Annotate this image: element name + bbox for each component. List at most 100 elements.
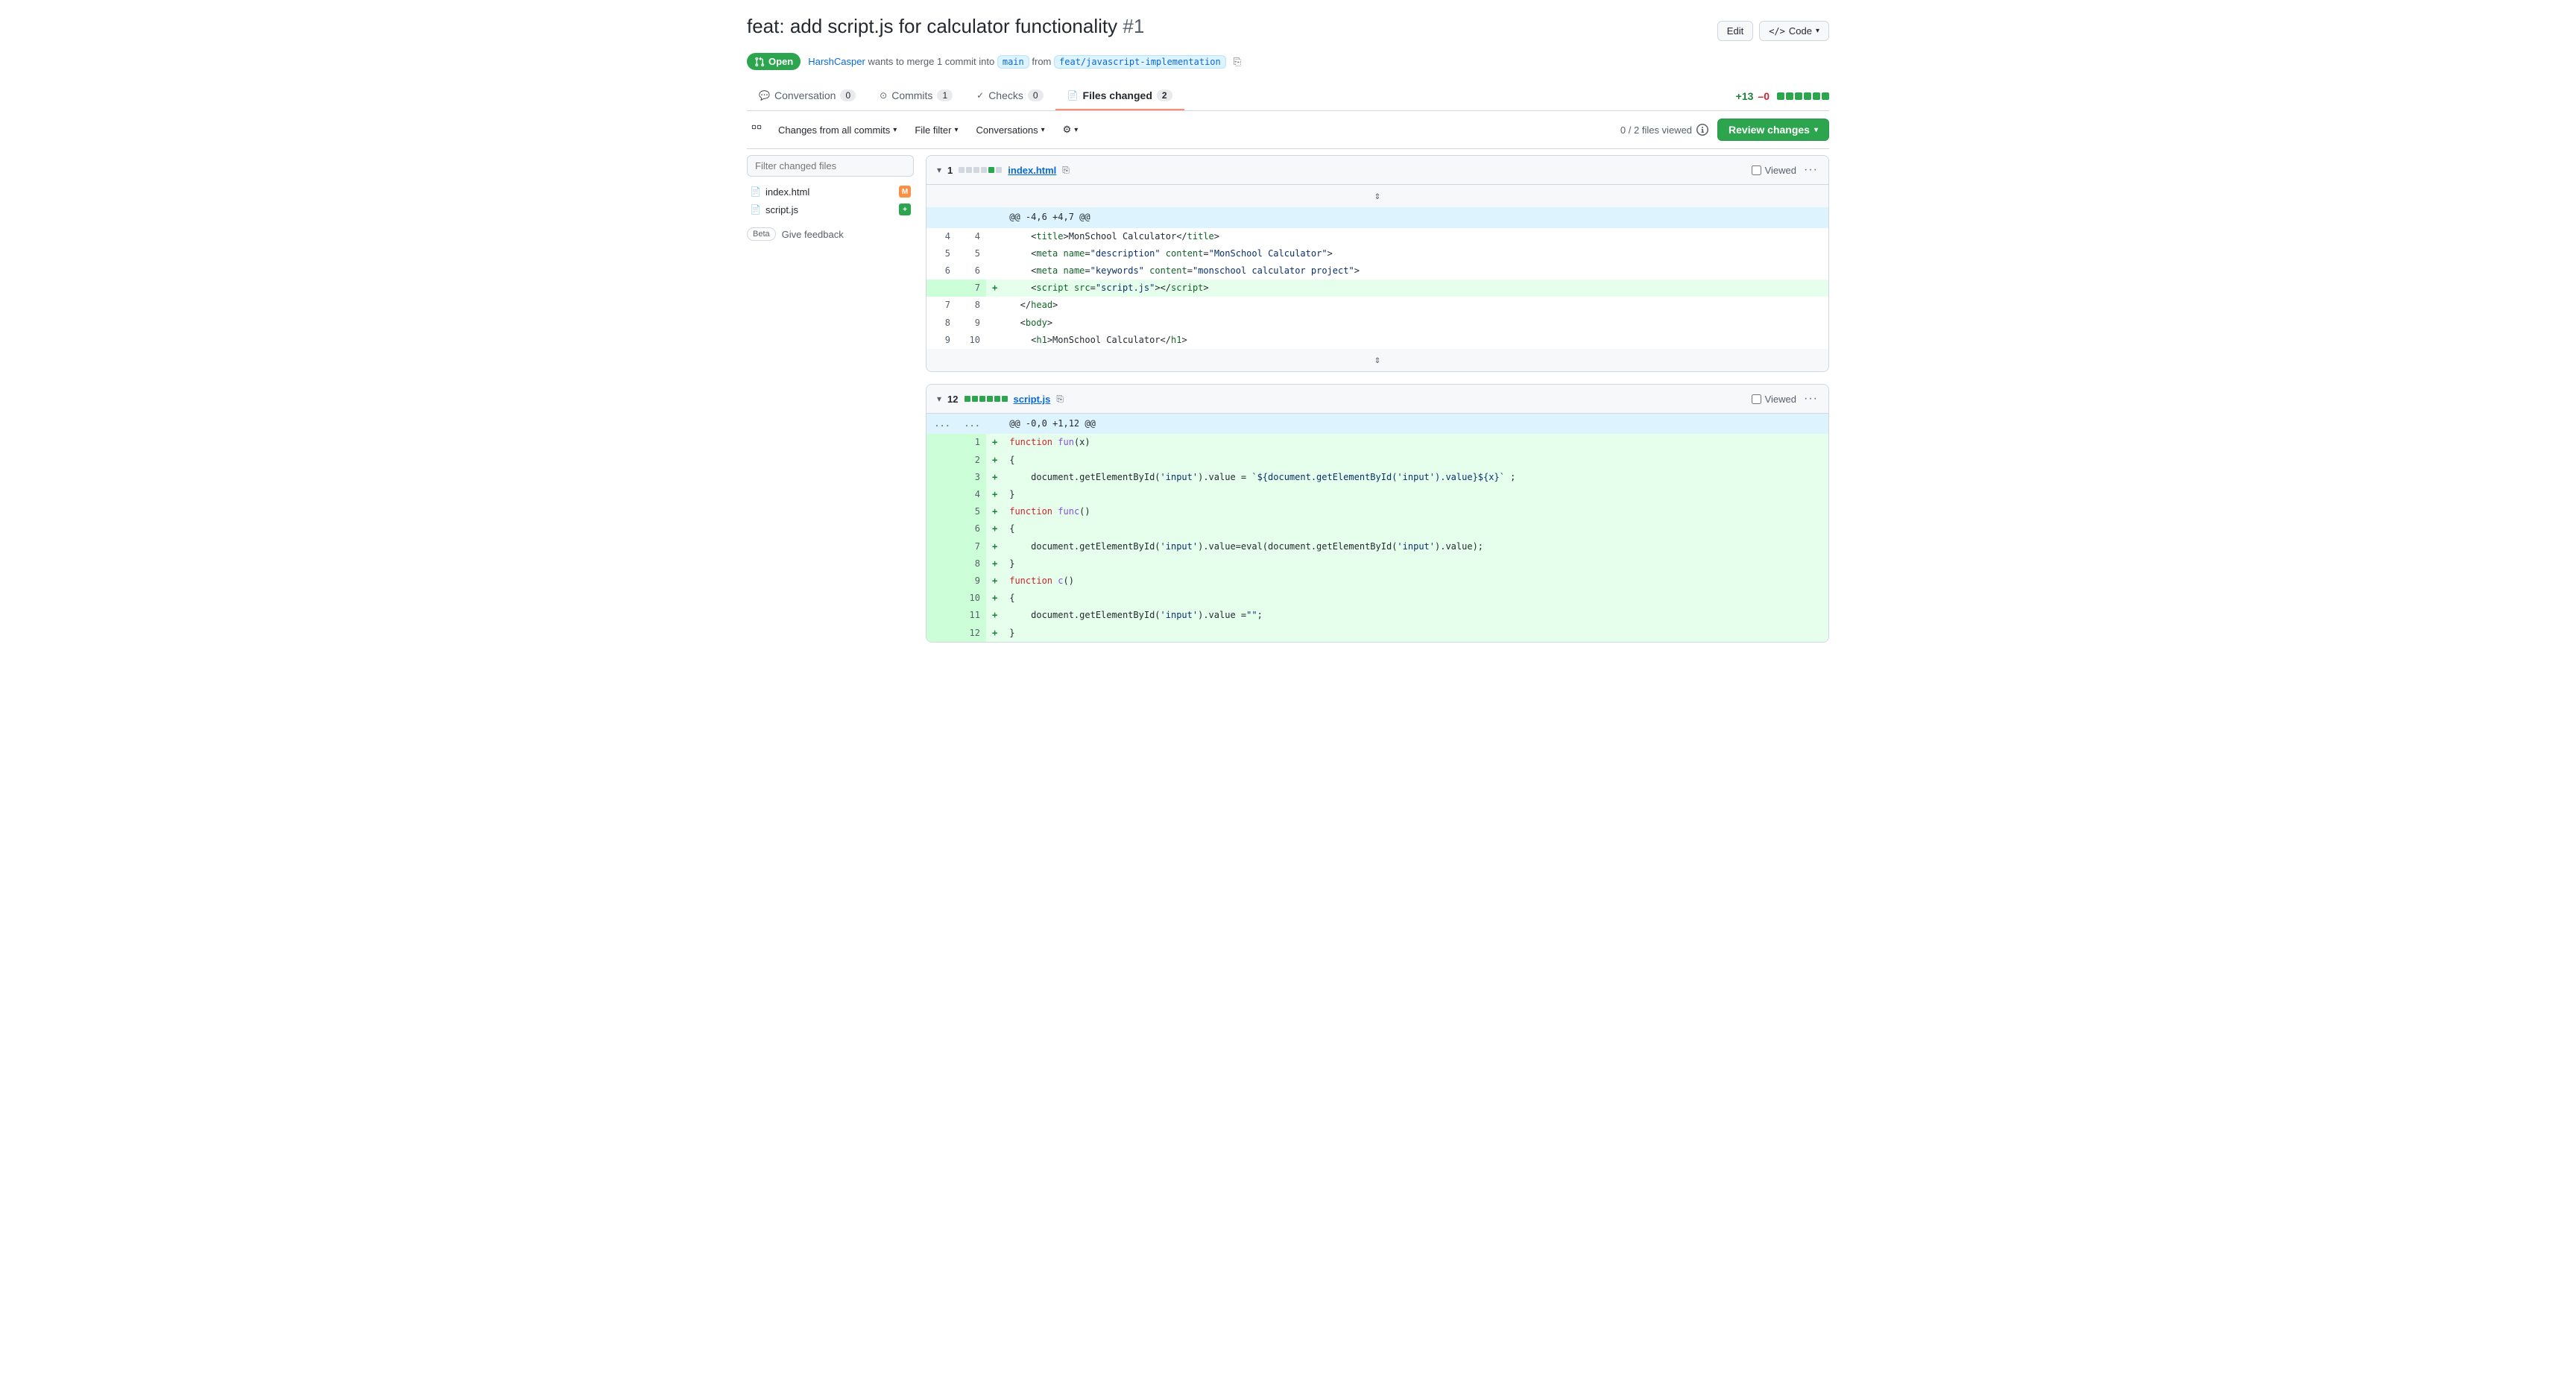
review-changes-button[interactable]: Review changes ▾ [1717, 119, 1829, 141]
diff-filename[interactable]: index.html [1008, 165, 1056, 176]
expand-row[interactable]: ⇕ [926, 185, 1828, 207]
chevron-down-icon: ▾ [1074, 126, 1078, 134]
diff-add-line: 8 + } [926, 555, 1828, 573]
diff-add-line: 2 + { [926, 452, 1828, 469]
pr-title: feat: add script.js for calculator funct… [747, 15, 1144, 38]
collapse-file-button[interactable]: ▾ [937, 165, 941, 175]
more-options-button[interactable]: ··· [1804, 163, 1818, 177]
changes-from-commits-button[interactable]: Changes from all commits ▾ [772, 122, 903, 139]
files-viewed-count: 0 / 2 files viewed [1620, 124, 1708, 136]
diff-add-line: 10 + { [926, 590, 1828, 607]
files-icon: 📄 [1067, 90, 1079, 101]
list-item[interactable]: 📄 index.html M [747, 183, 914, 201]
copy-path-button[interactable]: ⎘ [1062, 165, 1070, 176]
diff-add-line: 4 + } [926, 486, 1828, 503]
chevron-down-icon: ▾ [893, 126, 897, 134]
modified-badge: M [899, 186, 911, 198]
status-badge: Open [747, 53, 801, 70]
more-options-button[interactable]: ··· [1804, 392, 1818, 406]
diff-block [1786, 92, 1793, 100]
pr-meta: Open HarshCasper wants to merge 1 commit… [747, 53, 1829, 70]
diff-block [1777, 92, 1784, 100]
gear-icon: ⚙ [1063, 124, 1072, 136]
diff-additions: +13 [1736, 90, 1754, 102]
settings-button[interactable]: ⚙ ▾ [1057, 121, 1085, 139]
pr-title-text: feat: add script.js for calculator funct… [747, 15, 1117, 37]
commits-icon: ⊙ [880, 90, 887, 101]
code-button[interactable]: </> Code ▾ [1759, 21, 1829, 41]
diff-add-line: 9 + function c() [926, 573, 1828, 590]
expand-icon: ⇕ [1374, 190, 1380, 202]
file-icon: 📄 [750, 186, 761, 197]
conversations-button[interactable]: Conversations ▾ [970, 122, 1050, 139]
chevron-down-icon: ▾ [1041, 126, 1045, 134]
filename: index.html [765, 186, 809, 198]
files-toolbar: Changes from all commits ▾ File filter ▾… [747, 111, 1829, 149]
tab-checks[interactable]: ✓ Checks 0 [965, 82, 1055, 110]
filename: script.js [765, 204, 798, 215]
viewed-checkbox[interactable]: Viewed [1752, 165, 1796, 176]
chevron-down-icon: ▾ [1816, 27, 1819, 35]
diff-filename[interactable]: script.js [1014, 394, 1051, 405]
tab-commits[interactable]: ⊙ Commits 1 [868, 82, 965, 110]
collapse-file-button[interactable]: ▾ [937, 394, 941, 404]
diff-block [1804, 92, 1811, 100]
feedback-link[interactable]: Beta Give feedback [747, 227, 914, 241]
diff-area: ▾ 1 index.html ⎘ [926, 155, 1829, 655]
tab-conversation[interactable]: 💬 Conversation 0 [747, 82, 868, 110]
diff-add-line: 1 + function fun(x) [926, 434, 1828, 451]
pr-number: #1 [1123, 15, 1144, 37]
file-diff-blocks [965, 396, 1008, 402]
diff-block [1822, 92, 1829, 100]
diff-add-line: 7 + <script src="script.js"></script> [926, 280, 1828, 297]
tab-files-changed[interactable]: 📄 Files changed 2 [1055, 82, 1184, 110]
main-branch-link[interactable]: main [997, 55, 1029, 69]
diff-line: 8 9 <body> [926, 315, 1828, 332]
copy-path-button[interactable]: ⎘ [1056, 394, 1064, 405]
diff-file-header: ▾ 12 script.js ⎘ [926, 385, 1828, 414]
checks-icon: ✓ [976, 90, 984, 101]
diff-table: ... ... @@ -0,0 +1,12 @@ 1 + function fu… [926, 414, 1828, 641]
file-tree-sidebar: 📄 index.html M 📄 script.js + Beta Give f… [747, 155, 926, 655]
info-icon[interactable] [1696, 124, 1708, 136]
expand-icon: ⇕ [1374, 354, 1380, 366]
file-diff-blocks [959, 167, 1002, 173]
diff-add-line: 5 + function func() [926, 503, 1828, 520]
diff-line: 6 6 <meta name="keywords" content="monsc… [926, 262, 1828, 280]
file-filter-button[interactable]: File filter ▾ [909, 122, 964, 139]
author-link[interactable]: HarshCasper [808, 56, 865, 67]
diff-add-line: 11 + document.getElementById('input').va… [926, 607, 1828, 624]
diff-table: ⇕ @@ -4,6 +4,7 @@ 4 4 [926, 185, 1828, 371]
diff-line: 9 10 <h1>MonSchool Calculator</h1> [926, 332, 1828, 349]
diff-line: 4 4 <title>MonSchool Calculator</title> [926, 228, 1828, 245]
diff-hunk-row: @@ -4,6 +4,7 @@ [926, 207, 1828, 227]
edit-button[interactable]: Edit [1717, 21, 1753, 41]
added-badge: + [899, 204, 911, 215]
diff-line: 5 5 <meta name="description" content="Mo… [926, 245, 1828, 262]
diff-add-line: 12 + } [926, 625, 1828, 642]
diff-add-line: 3 + document.getElementById('input').val… [926, 469, 1828, 486]
main-layout: 📄 index.html M 📄 script.js + Beta Give f… [747, 155, 1829, 655]
diff-add-line: 7 + document.getElementById('input').val… [926, 538, 1828, 555]
viewed-checkbox[interactable]: Viewed [1752, 394, 1796, 405]
collapse-tree-button[interactable] [747, 122, 766, 138]
diff-block [1813, 92, 1820, 100]
diff-line: 7 8 </head> [926, 297, 1828, 314]
pr-tabs: 💬 Conversation 0 ⊙ Commits 1 ✓ Checks 0 … [747, 82, 1829, 111]
list-item[interactable]: 📄 script.js + [747, 201, 914, 218]
diff-block [1795, 92, 1802, 100]
diff-file-header: ▾ 1 index.html ⎘ [926, 156, 1828, 185]
diff-add-line: 6 + { [926, 520, 1828, 537]
conversation-icon: 💬 [759, 90, 770, 101]
file-icon: 📄 [750, 204, 761, 215]
diff-file-script-js: ▾ 12 script.js ⎘ [926, 384, 1829, 642]
chevron-down-icon: ▾ [954, 126, 958, 134]
source-branch-link[interactable]: feat/javascript-implementation [1054, 55, 1226, 69]
diff-deletions: –0 [1758, 90, 1770, 102]
tree-toggle-icon [751, 124, 762, 135]
file-list: 📄 index.html M 📄 script.js + [747, 183, 914, 218]
copy-branch-icon[interactable]: ⎘ [1234, 56, 1241, 68]
filter-files-input[interactable] [747, 155, 914, 177]
expand-row[interactable]: ⇕ [926, 349, 1828, 371]
diff-blocks [1777, 92, 1829, 100]
